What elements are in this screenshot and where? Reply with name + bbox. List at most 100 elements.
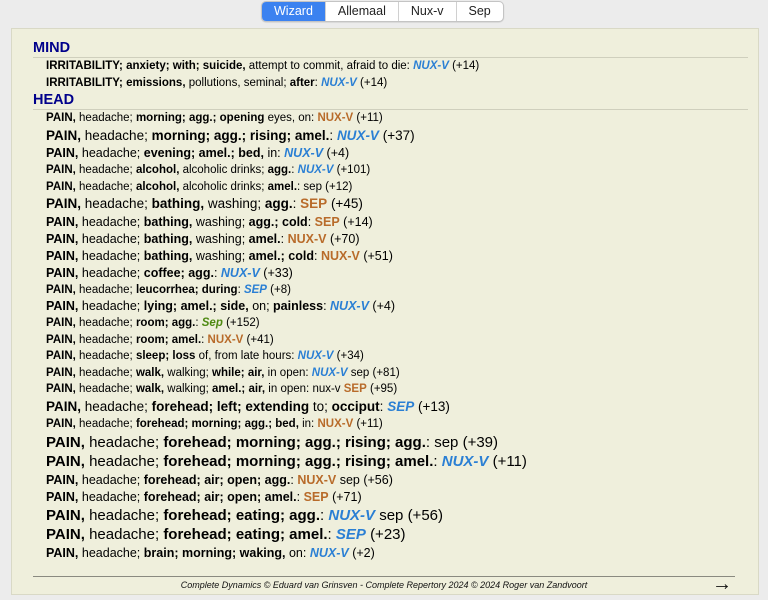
extra-remedy-count: (+56) — [363, 472, 393, 487]
rubric-term: IRRITABILITY; — [46, 76, 123, 89]
remedy-link[interactable]: NUX-V — [288, 232, 327, 246]
remedy-link[interactable]: sep — [340, 473, 360, 487]
remedy-link[interactable]: SEP — [344, 383, 367, 395]
remedy-link[interactable]: SEP — [244, 284, 267, 296]
rubric-term: PAIN, — [46, 248, 79, 263]
remedy-link[interactable]: SEP — [300, 196, 327, 211]
remedy-link[interactable]: sep — [351, 367, 370, 379]
remedy-link[interactable]: NUX-V — [337, 128, 379, 143]
rubric-row[interactable]: PAIN, headache; walk, walking; while; ai… — [33, 365, 748, 382]
extra-remedy-count: (+14) — [360, 76, 388, 89]
remedy-link[interactable]: NUX-V — [328, 507, 375, 524]
rubric-text: headache; — [78, 231, 144, 246]
rubric-row[interactable]: PAIN, headache; forehead; morning; agg.;… — [33, 416, 748, 433]
remedy-link[interactable]: NUX-V — [284, 146, 323, 160]
rubric-row[interactable]: PAIN, headache; forehead; left; extendin… — [33, 398, 748, 417]
rubric-term: agg.; — [305, 433, 341, 451]
tab-allemaal[interactable]: Allemaal — [324, 2, 398, 21]
chapter-heading[interactable]: MIND — [33, 39, 748, 58]
remedy-link[interactable]: NUX-V — [297, 473, 336, 487]
remedy-link[interactable]: SEP — [304, 490, 329, 504]
remedy-link[interactable]: sep — [434, 434, 458, 451]
remedy-link[interactable]: NUX-V — [321, 77, 357, 89]
remedy-link[interactable]: SEP — [387, 399, 414, 414]
rubric-text: in: — [263, 146, 285, 160]
rubric-row[interactable]: PAIN, headache; alcohol, alcoholic drink… — [33, 162, 748, 179]
rubric-term: bed, — [238, 146, 264, 160]
rubric-row[interactable]: PAIN, headache; bathing, washing; amel.;… — [33, 248, 748, 265]
extra-remedy-count: (+152) — [226, 317, 260, 329]
rubric-row[interactable]: PAIN, headache; bathing, washing; amel.:… — [33, 231, 748, 248]
rubric-text: of, from late hours: — [195, 350, 298, 362]
rubric-row[interactable]: IRRITABILITY; anxiety; with; suicide, at… — [33, 58, 748, 75]
rubric-term: bathing, — [143, 231, 193, 246]
rubric-row[interactable]: PAIN, headache; forehead; air; open; ame… — [33, 489, 748, 506]
rubric-row[interactable]: PAIN, headache; evening; amel.; bed, in:… — [33, 145, 748, 162]
rubric-term: forehead; — [163, 506, 232, 524]
rubric-text: pollutions, seminal; — [185, 76, 290, 89]
remedy-link[interactable]: SEP — [315, 215, 340, 229]
rubric-row[interactable]: PAIN, headache; forehead; morning; agg.;… — [33, 433, 748, 453]
remedy-link[interactable]: NUX-V — [442, 453, 489, 470]
rubric-text: washing; — [192, 231, 249, 246]
rubric-row[interactable]: PAIN, headache; bathing, washing; agg.: … — [33, 195, 748, 214]
copyright-footer: Complete Dynamics © Eduard van Grinsven … — [180, 580, 588, 590]
rubric-row[interactable]: PAIN, headache; alcohol, alcoholic drink… — [33, 179, 748, 196]
rubric-term: eating; — [235, 526, 285, 543]
rubric-row[interactable]: PAIN, headache; forehead; eating; agg.: … — [33, 506, 748, 526]
tab-wizard[interactable]: Wizard — [262, 2, 325, 21]
remedy-link[interactable]: sep — [303, 181, 322, 193]
remedy-link[interactable]: nux-v — [312, 383, 340, 395]
rubric-term: forehead; — [143, 489, 201, 504]
rubric-term: painless — [273, 299, 324, 313]
chapter-heading[interactable]: HEAD — [33, 91, 748, 110]
rubric-text: : — [329, 127, 337, 143]
rubric-row[interactable]: IRRITABILITY; emissions, pollutions, sem… — [33, 75, 748, 92]
tab-sep[interactable]: Sep — [455, 2, 503, 21]
remedy-link[interactable]: NUX-V — [208, 334, 244, 346]
remedy-link[interactable]: NUX-V — [413, 60, 449, 72]
extra-remedy-count: (+56) — [407, 506, 443, 524]
rubric-list: MIND IRRITABILITY; anxiety; with; suicide… — [33, 39, 748, 562]
remedy-link[interactable]: NUX-V — [221, 266, 260, 280]
remedy-link[interactable]: NUX-V — [330, 299, 369, 313]
rubric-row[interactable]: PAIN, headache; brain; morning; waking, … — [33, 545, 748, 562]
remedy-link[interactable]: NUX-V — [298, 164, 334, 176]
remedy-link[interactable]: NUX-V — [312, 367, 348, 379]
rubric-row[interactable]: PAIN, headache; morning; agg.; rising; a… — [33, 127, 748, 146]
extra-remedy-count: (+11) — [492, 453, 527, 470]
rubric-term: agg. — [171, 317, 196, 329]
tab-nux-v[interactable]: Nux-v — [397, 2, 456, 21]
rubric-row[interactable]: PAIN, headache; bathing, washing; agg.; … — [33, 214, 748, 231]
rubric-row[interactable]: PAIN, headache; lying; amel.; side, on; … — [33, 298, 748, 315]
rubric-row[interactable]: PAIN, headache; morning; agg.; opening e… — [33, 110, 748, 127]
remedy-link[interactable]: sep — [379, 507, 403, 524]
rubric-row[interactable]: PAIN, headache; walk, walking; amel.; ai… — [33, 381, 748, 398]
remedy-link[interactable]: NUX-V — [310, 546, 349, 560]
rubric-term: walk, — [135, 366, 165, 379]
rubric-row[interactable]: PAIN, headache; forehead; air; open; agg… — [33, 472, 748, 489]
rubric-text: washing; — [192, 248, 249, 263]
remedy-link[interactable]: NUX-V — [298, 350, 334, 362]
remedy-link[interactable]: NUX-V — [317, 418, 353, 430]
rubric-term: sleep; — [135, 350, 170, 362]
rubric-text: alcoholic drinks; — [179, 180, 268, 193]
rubric-term: PAIN, — [46, 283, 76, 296]
rubric-text: : — [213, 265, 221, 280]
rubric-text: walking; — [164, 366, 213, 379]
remedy-link[interactable]: Sep — [202, 317, 223, 329]
rubric-term: bathing, — [143, 248, 193, 263]
remedy-link[interactable]: SEP — [336, 526, 366, 543]
rubric-row[interactable]: PAIN, headache; sleep; loss of, from lat… — [33, 348, 748, 365]
rubric-term: PAIN, — [46, 383, 76, 395]
remedy-link[interactable]: NUX-V — [321, 249, 360, 263]
remedy-link[interactable]: NUX-V — [317, 112, 353, 124]
rubric-row[interactable]: PAIN, headache; forehead; eating; amel.:… — [33, 525, 748, 545]
rubric-row[interactable]: PAIN, headache; room; amel.: NUX-V (+41) — [33, 332, 748, 349]
rubric-row[interactable]: PAIN, headache; forehead; morning; agg.;… — [33, 452, 748, 472]
rubric-row[interactable]: PAIN, headache; leucorrhea; during: SEP … — [33, 282, 748, 299]
rubric-row[interactable]: PAIN, headache; coffee; agg.: NUX-V (+33… — [33, 265, 748, 282]
rubric-row[interactable]: PAIN, headache; room; agg.: Sep (+152) — [33, 315, 748, 332]
rubric-term: rising; — [249, 127, 292, 143]
next-page-arrow-icon[interactable]: → — [712, 574, 732, 594]
